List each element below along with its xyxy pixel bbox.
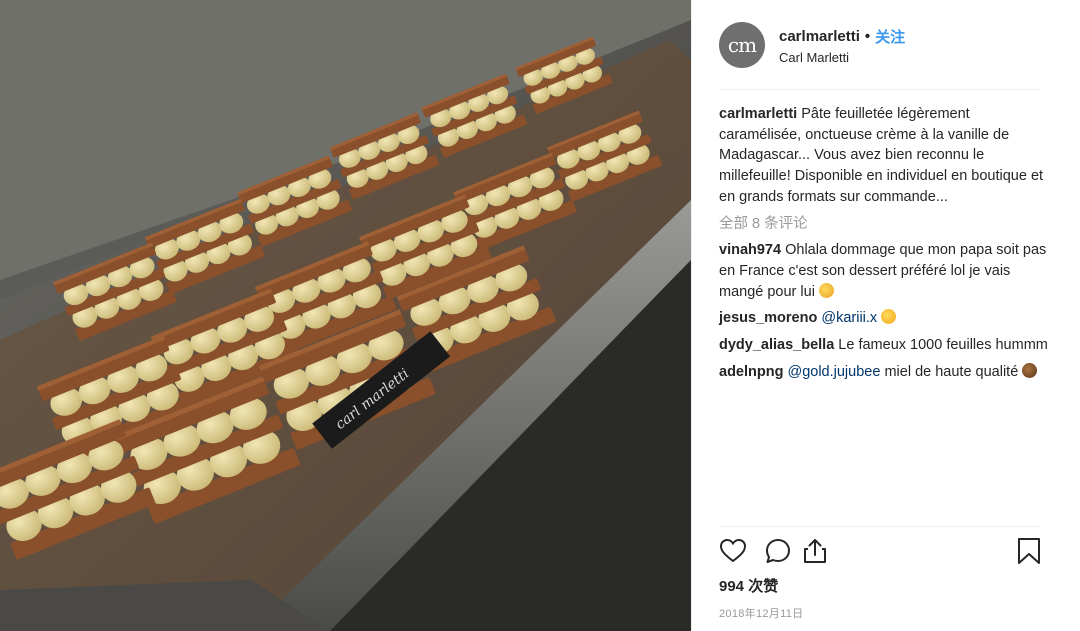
caption: carlmarletti Pâte feuilletée légèrement … <box>719 104 1049 208</box>
actions-divider <box>719 526 1041 527</box>
millefeuille-photo-illustration: carl marletti <box>0 0 691 631</box>
party-emoji-icon <box>818 282 834 298</box>
comment-username[interactable]: jesus_moreno <box>719 310 817 326</box>
comment-username[interactable]: vinah974 <box>719 242 781 258</box>
caption-username[interactable]: carlmarletti <box>719 106 797 122</box>
comment-item: jesus_moreno @kariii.x <box>719 308 1049 329</box>
follow-button[interactable]: 关注 <box>875 26 905 47</box>
comment-item: dydy_alias_bella Le fameux 1000 feuilles… <box>719 335 1049 356</box>
comments-section: carlmarletti Pâte feuilletée légèrement … <box>719 104 1049 388</box>
header-text: carlmarletti • 关注 Carl Marletti <box>779 26 905 65</box>
header-row: carlmarletti • 关注 <box>779 26 905 47</box>
avatar-initials: cm <box>727 33 757 57</box>
post-side-panel: cm carlmarletti • 关注 Carl Marletti carlm… <box>691 0 1080 631</box>
comment-mention[interactable]: @kariii.x <box>821 310 877 326</box>
share-icon[interactable] <box>801 537 829 565</box>
post-date: 2018年12月11日 <box>719 608 804 620</box>
post-photo[interactable]: carl marletti <box>0 0 691 631</box>
header-divider <box>719 89 1041 90</box>
comment-icon[interactable] <box>764 537 792 565</box>
post-header: cm carlmarletti • 关注 Carl Marletti <box>719 18 1049 72</box>
comment-mention[interactable]: @gold.jujubee <box>787 364 880 380</box>
comment-item: adelnpng @gold.jujubee miel de haute qua… <box>719 362 1049 383</box>
header-username[interactable]: carlmarletti <box>779 28 860 45</box>
comment-text: miel de haute qualité <box>884 363 1019 380</box>
comment-username[interactable]: dydy_alias_bella <box>719 337 834 353</box>
action-bar <box>719 537 1041 567</box>
comment-text: Le fameux 1000 feuilles hummm <box>838 337 1048 354</box>
honey-pot-emoji-icon <box>1022 362 1038 378</box>
instagram-post: carl marletti cm carlmarletti • 关注 Carl … <box>0 0 1080 631</box>
bookmark-icon[interactable] <box>1017 537 1041 565</box>
view-all-comments-link[interactable]: 全部 8 条评论 <box>719 214 1049 235</box>
header-full-name: Carl Marletti <box>779 49 850 65</box>
separator-dot: • <box>864 27 871 45</box>
comment-username[interactable]: adelnpng <box>719 364 783 380</box>
avatar[interactable]: cm <box>719 22 765 68</box>
heart-eyes-emoji-icon <box>881 309 897 325</box>
likes-count[interactable]: 994 次赞 <box>719 575 778 596</box>
heart-icon[interactable] <box>719 537 747 565</box>
comment-item: vinah974 Ohlala dommage que mon papa soi… <box>719 240 1049 302</box>
